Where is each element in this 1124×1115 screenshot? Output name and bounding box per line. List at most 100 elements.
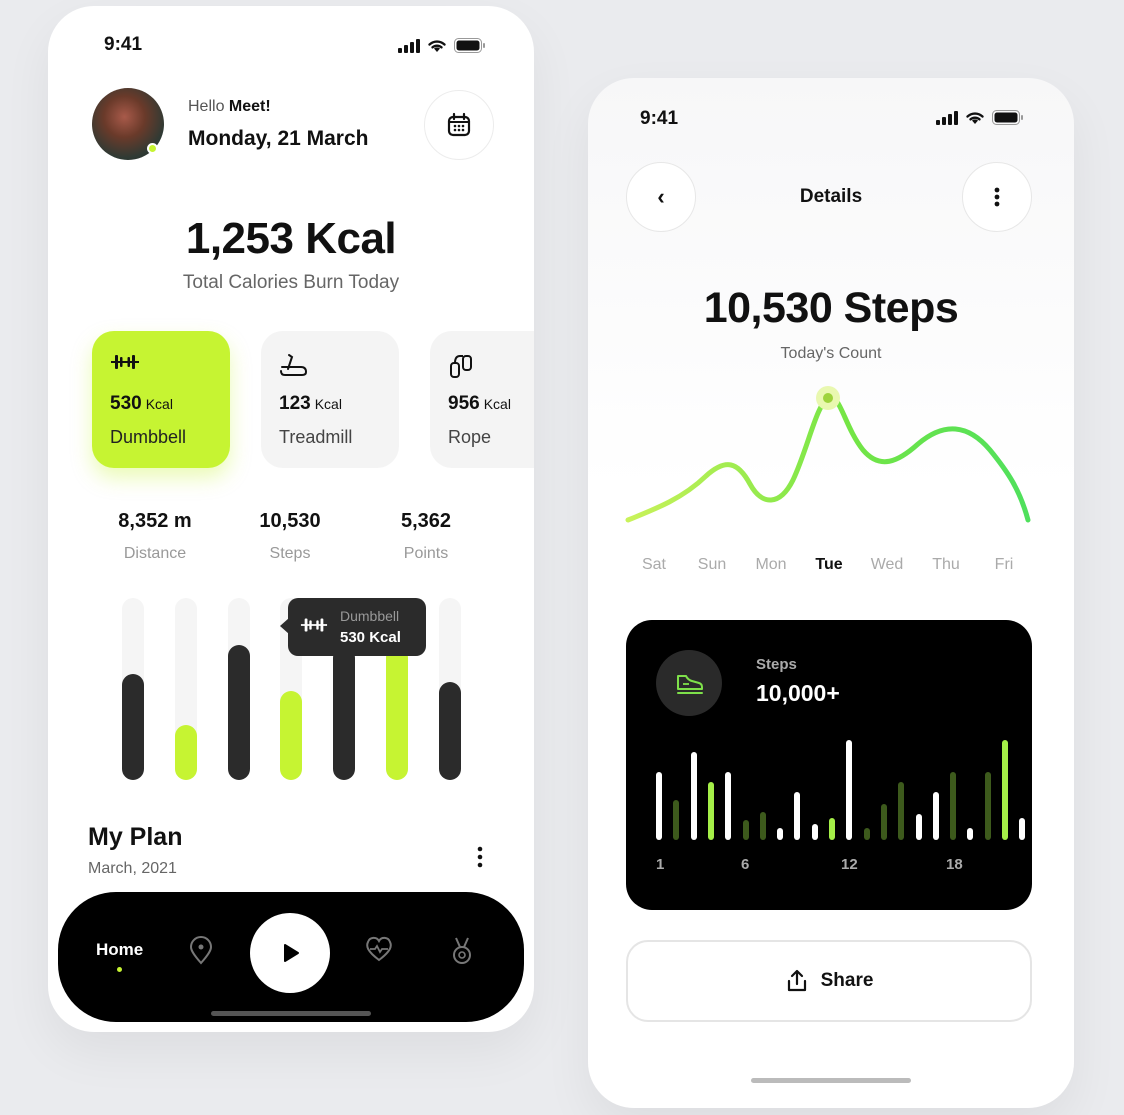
day-label[interactable]: Sun (687, 556, 737, 574)
signal-icon (398, 38, 420, 53)
hourly-steps-bar (898, 782, 904, 840)
activity-bar[interactable] (122, 598, 144, 780)
day-label[interactable]: Sat (629, 556, 679, 574)
more-vertical-icon (994, 187, 1000, 207)
calendar-button[interactable] (424, 90, 494, 160)
wifi-icon (428, 40, 446, 52)
share-label: Share (820, 970, 874, 991)
day-label[interactable]: Thu (921, 556, 971, 574)
stat-value: 10,530 (259, 510, 321, 532)
hourly-steps-bar (725, 772, 731, 840)
details-screen: 9:41 ‹ Details 10,530 Steps Today's Coun… (588, 78, 1074, 1108)
hourly-steps-bar (829, 818, 835, 840)
steps-label: Today's Count (780, 345, 882, 362)
status-bar: 9:41 (588, 106, 1074, 136)
stat-value: 8,352 m (118, 510, 192, 532)
dumbbell-icon (300, 618, 328, 632)
hourly-steps-bar (916, 814, 922, 840)
activity-bar[interactable] (175, 598, 197, 780)
card-value: 123 (279, 393, 311, 414)
nav-active-dot (117, 967, 122, 972)
stat-value: 5,362 (400, 510, 452, 532)
more-vertical-icon (477, 846, 483, 868)
nav-home[interactable]: Home (96, 940, 143, 960)
tooltip-title: Dumbbell (340, 608, 400, 624)
location-icon[interactable] (188, 936, 214, 966)
plan-more-button[interactable] (466, 842, 494, 872)
bar-tooltip: Dumbbell 530 Kcal (288, 598, 426, 656)
card-value: 956 (448, 393, 480, 414)
share-icon (787, 969, 806, 992)
status-icons (398, 38, 486, 53)
activity-card-treadmill[interactable]: 123 Kcal Treadmill (261, 331, 399, 468)
total-calories: 1,253 Kcal (185, 214, 397, 263)
day-label[interactable]: Mon (746, 556, 796, 574)
activity-card-dumbbell[interactable]: 530 Kcal Dumbbell (92, 331, 230, 468)
home-indicator (211, 1011, 371, 1016)
card-unit: Kcal (145, 396, 173, 412)
day-label[interactable]: Fri (979, 556, 1029, 574)
steps-line-chart (625, 386, 1031, 523)
steps-card: Steps 10,000+ 1 6 12 18 (626, 620, 1032, 910)
plan-subtitle: March, 2021 (88, 860, 177, 877)
activity-card-rope[interactable]: 956 Kcal Rope (430, 331, 534, 468)
hourly-steps-bar (812, 824, 818, 840)
hourly-steps-bar (967, 828, 973, 840)
hourly-steps-bar (777, 828, 783, 840)
share-button[interactable]: Share (626, 940, 1032, 1022)
activity-bar-fill (228, 645, 250, 780)
stat-label: Points (403, 545, 449, 562)
hourly-steps-bar (656, 772, 662, 840)
stat-label: Steps (269, 545, 311, 562)
calendar-icon (447, 112, 471, 137)
activity-bar-fill (175, 725, 197, 780)
hour-tick: 1 (656, 856, 665, 873)
greeting: Hello Meet! (188, 98, 271, 115)
chart-point[interactable] (823, 393, 833, 403)
steps-card-label: Steps (756, 656, 797, 673)
hourly-steps-bar (1019, 818, 1025, 840)
hourly-steps-bar (794, 792, 800, 840)
hourly-steps-bar (846, 740, 852, 840)
status-time: 9:41 (104, 34, 143, 55)
card-name: Rope (448, 427, 492, 447)
activity-bar[interactable] (228, 598, 250, 780)
day-label[interactable]: Wed (862, 556, 912, 574)
medal-icon[interactable] (451, 936, 473, 966)
hourly-steps-bar (985, 772, 991, 840)
hourly-steps-bar (691, 752, 697, 840)
hour-tick: 6 (741, 856, 750, 873)
activity-bar-fill (122, 674, 144, 780)
activity-bar-fill (333, 647, 355, 780)
rope-icon (450, 355, 472, 378)
plan-title: My Plan (88, 823, 183, 851)
card-value: 530 (110, 393, 142, 414)
card-name: Treadmill (279, 427, 353, 447)
activity-bar-fill (386, 647, 408, 780)
play-button[interactable] (250, 913, 330, 993)
steps-line (625, 394, 1031, 523)
status-bar: 9:41 (48, 34, 534, 64)
more-button[interactable] (962, 162, 1032, 232)
day-label-active[interactable]: Tue (804, 556, 854, 574)
hourly-steps-bar (760, 812, 766, 840)
total-calories-label: Total Calories Burn Today (182, 272, 400, 293)
battery-icon (992, 110, 1023, 125)
hour-tick: 12 (841, 856, 858, 873)
play-icon (284, 944, 299, 962)
hourly-steps-bar (708, 782, 714, 840)
stat-points: 5,362 Points (356, 510, 496, 563)
steps-card-value: 10,000+ (756, 680, 840, 706)
avatar[interactable] (92, 88, 164, 160)
shoe-icon-badge (656, 650, 722, 716)
current-date: Monday, 21 March (188, 127, 369, 150)
status-time: 9:41 (640, 108, 679, 129)
hourly-steps-bar (743, 820, 749, 840)
user-name: Meet! (228, 98, 271, 115)
stat-distance: 8,352 m Distance (85, 510, 225, 563)
hourly-steps-bar (881, 804, 887, 840)
home-indicator (751, 1078, 911, 1083)
heart-rate-icon[interactable] (365, 936, 393, 962)
hourly-steps-bar (1002, 740, 1008, 840)
activity-bar[interactable] (439, 598, 461, 780)
